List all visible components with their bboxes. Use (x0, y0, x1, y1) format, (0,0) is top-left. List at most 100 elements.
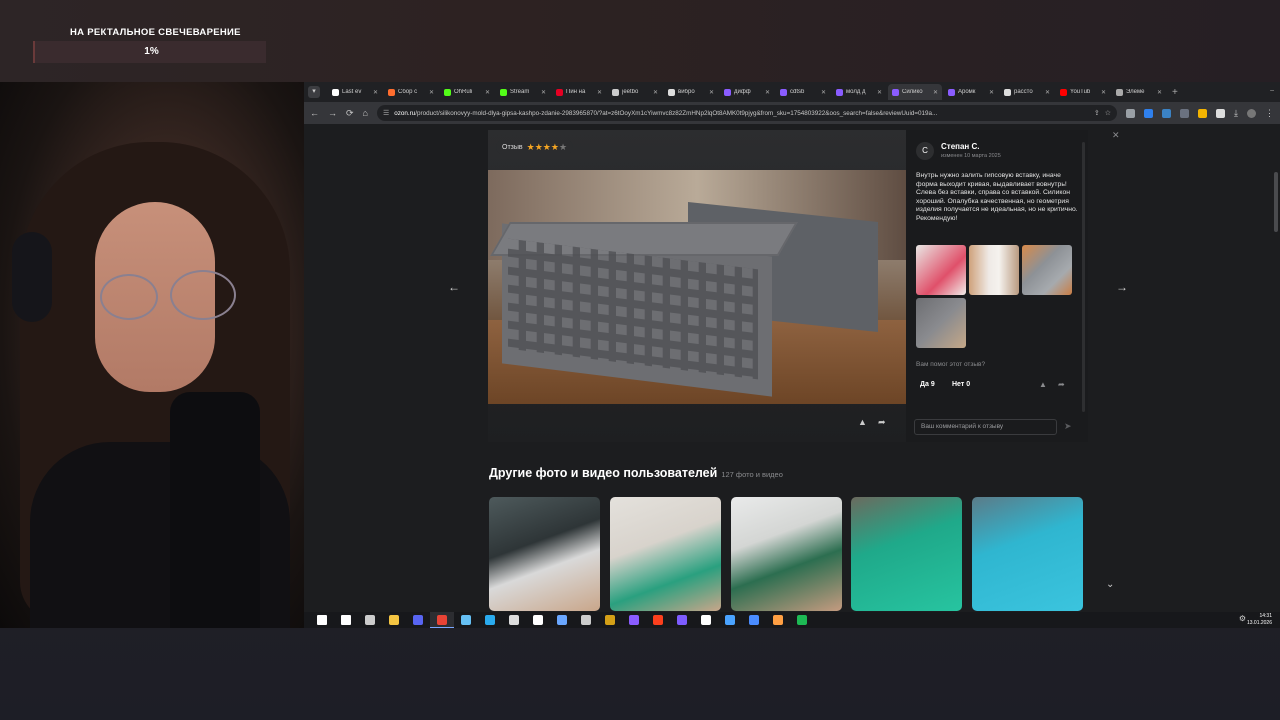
share-review-icon[interactable]: ➦ (878, 417, 886, 428)
extensions-puzzle-icon[interactable] (1216, 108, 1226, 118)
download-icon[interactable]: ⤓ (1234, 108, 1238, 119)
signal-icon[interactable] (742, 612, 766, 628)
send-comment-icon[interactable]: ➤ (1064, 421, 1072, 432)
obs-icon[interactable] (502, 612, 526, 628)
forward-icon[interactable]: → (328, 108, 337, 118)
tab-close-icon[interactable]: ✕ (821, 89, 826, 96)
task-view-icon[interactable] (358, 612, 382, 628)
review-thumbnail[interactable] (916, 298, 966, 348)
document-icon[interactable] (526, 612, 550, 628)
comment-input[interactable]: Ваш комментарий к отзыву (914, 419, 1057, 435)
next-review-arrow[interactable]: → (1116, 280, 1128, 294)
review-scrollbar[interactable] (1082, 142, 1085, 412)
telegram-icon[interactable] (478, 612, 502, 628)
steam-icon[interactable] (454, 612, 478, 628)
extension-icon-5[interactable] (1198, 108, 1208, 118)
tab-close-icon[interactable]: ✕ (485, 89, 490, 96)
tab-close-icon[interactable]: ✕ (765, 89, 770, 96)
tab-close-icon[interactable]: ✕ (1045, 89, 1050, 96)
browser-tab[interactable]: Силико ✕ (888, 84, 942, 100)
review-thumbnail[interactable] (916, 245, 966, 295)
browser-tab[interactable]: Сбор с ✕ (384, 84, 438, 100)
extension-icon-2[interactable] (1144, 108, 1154, 118)
app-icon-2[interactable] (598, 612, 622, 628)
share-icon[interactable]: ⇪ (1094, 109, 1100, 117)
browser-tab[interactable]: молд д ✕ (832, 84, 886, 100)
gallery-item[interactable] (972, 497, 1083, 611)
browser-tab[interactable]: OhRuli ✕ (440, 84, 494, 100)
browser-tab[interactable]: jeetbo ✕ (608, 84, 662, 100)
tab-close-icon[interactable]: ✕ (429, 89, 434, 96)
lc-icon[interactable] (550, 612, 574, 628)
browser-tab[interactable]: Элеме ✕ (1112, 84, 1166, 100)
browser-tab[interactable]: cdtsb ✕ (776, 84, 830, 100)
windows-start-icon[interactable] (310, 612, 334, 628)
browser-tab[interactable]: YouTub ✕ (1056, 84, 1110, 100)
close-icon[interactable]: ✕ (1112, 130, 1120, 141)
tab-favicon-icon (1060, 88, 1067, 96)
tab-close-icon[interactable]: ✕ (989, 89, 994, 96)
app-icon[interactable] (574, 612, 598, 628)
extension-icon-3[interactable] (1162, 108, 1172, 118)
notes-icon[interactable] (694, 612, 718, 628)
tab-close-icon[interactable]: ✕ (1101, 89, 1106, 96)
tab-search-icon[interactable]: ▾ (308, 86, 320, 98)
review-thumbnail[interactable] (1022, 245, 1072, 295)
tab-close-icon[interactable]: ✕ (1157, 89, 1162, 96)
app-icon-4[interactable] (766, 612, 790, 628)
file-explorer-icon[interactable] (382, 612, 406, 628)
extension-icon[interactable] (1126, 108, 1136, 118)
tab-close-icon[interactable]: ✕ (877, 89, 882, 96)
previous-review-arrow[interactable]: ← (448, 280, 460, 294)
discord-icon[interactable] (406, 612, 430, 628)
extension-icon-4[interactable] (1180, 108, 1190, 118)
yandex-icon[interactable] (646, 612, 670, 628)
menu-icon[interactable]: ⋮ (1265, 108, 1274, 119)
page-scrollbar[interactable] (1274, 172, 1278, 232)
chevron-down-icon[interactable]: ⌄ (1106, 579, 1114, 590)
browser-tab[interactable]: Аромк ✕ (944, 84, 998, 100)
url-field[interactable]: ☰ ozon.ru/product/silikonovyy-mold-dlya-… (376, 105, 1118, 121)
gallery-item[interactable] (851, 497, 962, 611)
tab-close-icon[interactable]: ✕ (373, 89, 378, 96)
browser-tab[interactable]: Пин на ✕ (552, 84, 606, 100)
app-icon-3[interactable] (670, 612, 694, 628)
review-thumbnail[interactable] (969, 245, 1019, 295)
chrome-icon[interactable] (430, 612, 454, 628)
tab-close-icon[interactable]: ✕ (541, 89, 546, 96)
review-author[interactable]: Степан С. (941, 142, 979, 151)
system-clock[interactable]: 14:31 13.01.2026 (1247, 613, 1272, 627)
share-icon[interactable]: ➦ (1058, 380, 1065, 389)
t-app-icon[interactable] (622, 612, 646, 628)
browser-tab[interactable]: Stream ✕ (496, 84, 550, 100)
spotify-icon[interactable] (790, 612, 814, 628)
helpful-yes-button[interactable]: Да 9 (920, 381, 935, 388)
bookmark-star-icon[interactable]: ☆ (1105, 109, 1111, 117)
review-photo[interactable] (488, 170, 906, 404)
gallery-item[interactable] (489, 497, 600, 611)
tray-icon[interactable]: ⚙ (1239, 614, 1246, 623)
helpful-no-button[interactable]: Нет 0 (952, 381, 970, 388)
c-app-icon[interactable] (718, 612, 742, 628)
browser-tab[interactable]: дифф ✕ (720, 84, 774, 100)
report-review-icon[interactable]: ▲ (1039, 380, 1047, 389)
back-icon[interactable]: ← (310, 108, 319, 118)
home-icon[interactable]: ⌂ (363, 108, 368, 118)
new-tab-icon[interactable]: + (1172, 87, 1178, 98)
browser-tab[interactable]: вибро ✕ (664, 84, 718, 100)
profile-avatar[interactable] (1247, 108, 1256, 118)
site-info-icon[interactable]: ☰ (383, 109, 389, 117)
tab-close-icon[interactable]: ✕ (653, 89, 658, 96)
tab-close-icon[interactable]: ✕ (933, 89, 938, 96)
reload-icon[interactable]: ⟳ (346, 108, 354, 119)
browser-tab[interactable]: Last ev ✕ (328, 84, 382, 100)
star-icon: ★ (542, 141, 551, 152)
search-icon[interactable] (334, 612, 358, 628)
gallery-item[interactable] (731, 497, 842, 611)
browser-tab[interactable]: рассто ✕ (1000, 84, 1054, 100)
minimize-icon[interactable]: – (1270, 87, 1274, 94)
gallery-item[interactable] (610, 497, 721, 611)
report-icon[interactable]: ▲ (858, 417, 867, 427)
tab-close-icon[interactable]: ✕ (597, 89, 602, 96)
tab-close-icon[interactable]: ✕ (709, 89, 714, 96)
